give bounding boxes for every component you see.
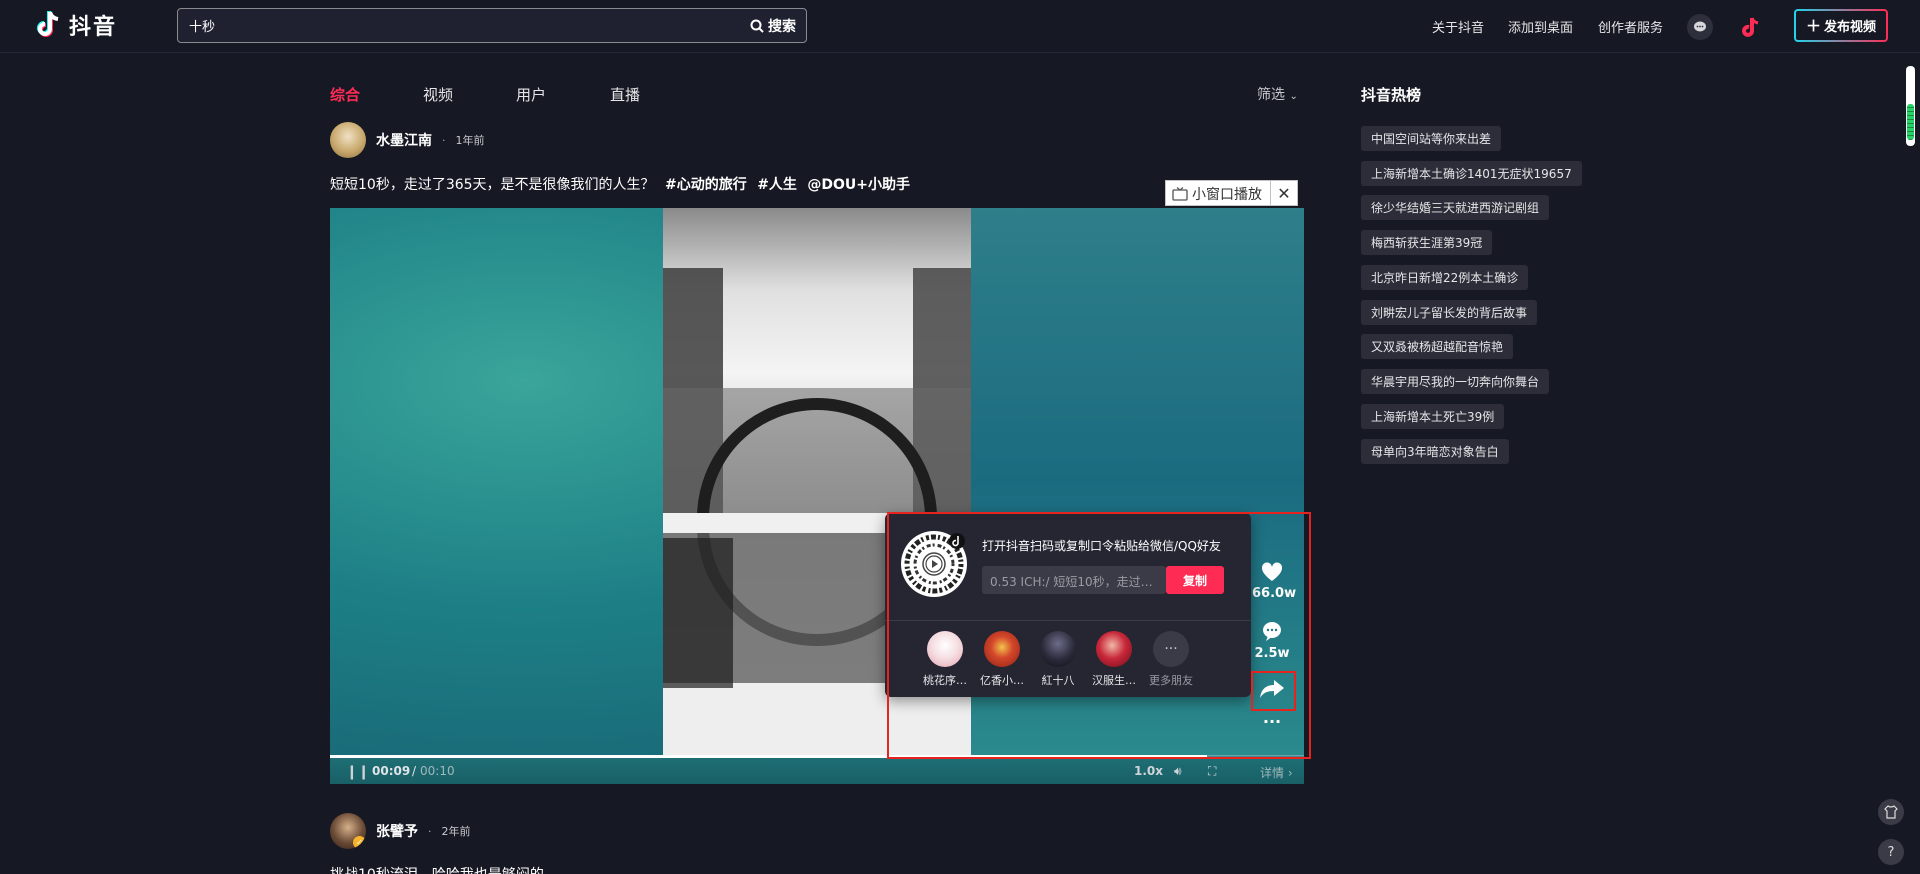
hot-list-item[interactable]: 北京昨日新增22例本土确诊 xyxy=(1361,265,1529,290)
logo-text: 抖音 xyxy=(69,15,118,40)
mini-window-label: 小窗口播放 xyxy=(1192,187,1262,203)
scrollbar-thumb[interactable] xyxy=(1907,104,1914,140)
help-icon[interactable]: ? xyxy=(1878,839,1904,865)
hot-list-item[interactable]: 中国空间站等你来出差 xyxy=(1361,126,1502,151)
hashtag-link[interactable]: #人生 xyxy=(757,177,797,193)
playback-speed[interactable]: 1.0x xyxy=(1134,764,1163,778)
author-name[interactable]: 张譬予 xyxy=(376,821,418,841)
post-time: 2年前 xyxy=(441,825,471,838)
page-scrollbar[interactable] xyxy=(1906,66,1915,146)
author-avatar[interactable]: ✓ xyxy=(330,813,366,849)
hot-list-item[interactable]: 上海新增本土确诊1401无症状19657 xyxy=(1361,161,1582,186)
author-avatar[interactable] xyxy=(330,122,366,158)
music-note-icon xyxy=(1742,17,1759,37)
post-description: 挑战10秒流泪，哈哈我也是够闷的 xyxy=(330,864,544,874)
separator-dot: · xyxy=(428,824,432,838)
hot-list-item[interactable]: 华晨宇用尽我的一切奔向你舞台 xyxy=(1361,369,1550,394)
mention-link[interactable]: @DOU+小助手 xyxy=(807,177,910,193)
creator-service-link[interactable]: 创作者服务 xyxy=(1598,17,1663,36)
publish-video-button[interactable]: ＋ 发布视频 xyxy=(1794,9,1888,42)
chevron-down-icon: ⌄ xyxy=(1289,91,1298,102)
hashtag-link[interactable]: #心动的旅行 xyxy=(665,177,747,193)
highlight-box-share-area xyxy=(887,512,1311,759)
mini-window-play-button[interactable]: 小窗口播放 xyxy=(1166,181,1271,205)
user-avatar-button[interactable] xyxy=(1738,14,1764,40)
mini-window-button: 小窗口播放 ✕ xyxy=(1165,180,1298,206)
highlight-box-share-button xyxy=(1251,671,1296,711)
douyin-logo-icon xyxy=(37,11,59,37)
search-icon xyxy=(750,19,764,33)
fullscreen-icon[interactable]: ⛶ xyxy=(1208,764,1216,779)
post-description-text: 短短10秒，走过了365天，是不是很像我们的人生？ xyxy=(330,177,655,193)
pause-icon[interactable]: ❙❙ xyxy=(346,764,369,780)
filter-dropdown[interactable]: 筛选 ⌄ xyxy=(1257,84,1298,104)
add-to-desktop-link[interactable]: 添加到桌面 xyxy=(1508,17,1573,36)
hot-list-item[interactable]: 母单向3年暗恋对象告白 xyxy=(1361,439,1509,464)
post-time: 1年前 xyxy=(455,134,485,147)
plus-icon: ＋ xyxy=(1805,17,1821,35)
separator-dot: · xyxy=(442,133,446,147)
search-input[interactable] xyxy=(178,9,740,42)
search-button[interactable]: 搜索 xyxy=(740,16,806,36)
author-name[interactable]: 水墨江南 xyxy=(376,130,432,150)
message-button[interactable] xyxy=(1687,14,1713,40)
total-time: 00:10 xyxy=(420,764,455,778)
hot-list-title: 抖音热榜 xyxy=(1361,86,1422,104)
filter-label: 筛选 xyxy=(1257,87,1285,103)
post-author-row: 水墨江南 · 1年前 xyxy=(330,122,485,158)
details-link[interactable]: 详情 › xyxy=(1260,764,1293,781)
tshirt-icon[interactable] xyxy=(1878,799,1904,825)
hot-list-item[interactable]: 上海新增本土死亡39例 xyxy=(1361,404,1505,429)
post-description: 短短10秒，走过了365天，是不是很像我们的人生？ #心动的旅行 #人生 @DO… xyxy=(330,174,910,194)
hot-list-item[interactable]: 徐少华结婚三天就进西游记剧组 xyxy=(1361,195,1550,220)
publish-video-label: 发布视频 xyxy=(1824,20,1877,35)
tab-video[interactable]: 视频 xyxy=(423,84,453,105)
verified-badge-icon: ✓ xyxy=(353,836,366,849)
tshirt-icon-glyph xyxy=(1884,805,1898,819)
tab-comprehensive[interactable]: 综合 xyxy=(330,84,360,105)
video-controls: ❙❙ 00:09 / 00:10 1.0x 🔊︎ ⛶ 详情 › xyxy=(330,758,1304,784)
hot-list-item[interactable]: 刘畊宏儿子留长发的背后故事 xyxy=(1361,300,1538,325)
chat-bubble-icon xyxy=(1694,21,1706,32)
close-icon[interactable]: ✕ xyxy=(1271,181,1297,205)
tab-live[interactable]: 直播 xyxy=(610,84,640,105)
search-bar: 搜索 xyxy=(177,8,807,43)
time-separator: / xyxy=(412,764,417,778)
tab-user[interactable]: 用户 xyxy=(516,84,546,105)
douyin-logo[interactable]: 抖音 xyxy=(33,9,117,41)
hot-list-item[interactable]: 又双叒被杨超越配音惊艳 xyxy=(1361,334,1514,359)
tv-icon xyxy=(1172,187,1188,201)
hot-list-item[interactable]: 梅西斩获生涯第39冠 xyxy=(1361,230,1493,255)
about-douyin-link[interactable]: 关于抖音 xyxy=(1432,17,1484,36)
search-button-label: 搜索 xyxy=(768,18,796,35)
post-author-row: ✓ 张譬予 · 2年前 xyxy=(330,813,471,849)
volume-icon[interactable]: 🔊︎ xyxy=(1174,764,1182,779)
top-header: 抖音 搜索 关于抖音 添加到桌面 创作者服务 ＋ 发布视频 xyxy=(0,0,1920,53)
details-label: 详情 xyxy=(1260,766,1285,780)
current-time: 00:09 xyxy=(372,764,411,778)
